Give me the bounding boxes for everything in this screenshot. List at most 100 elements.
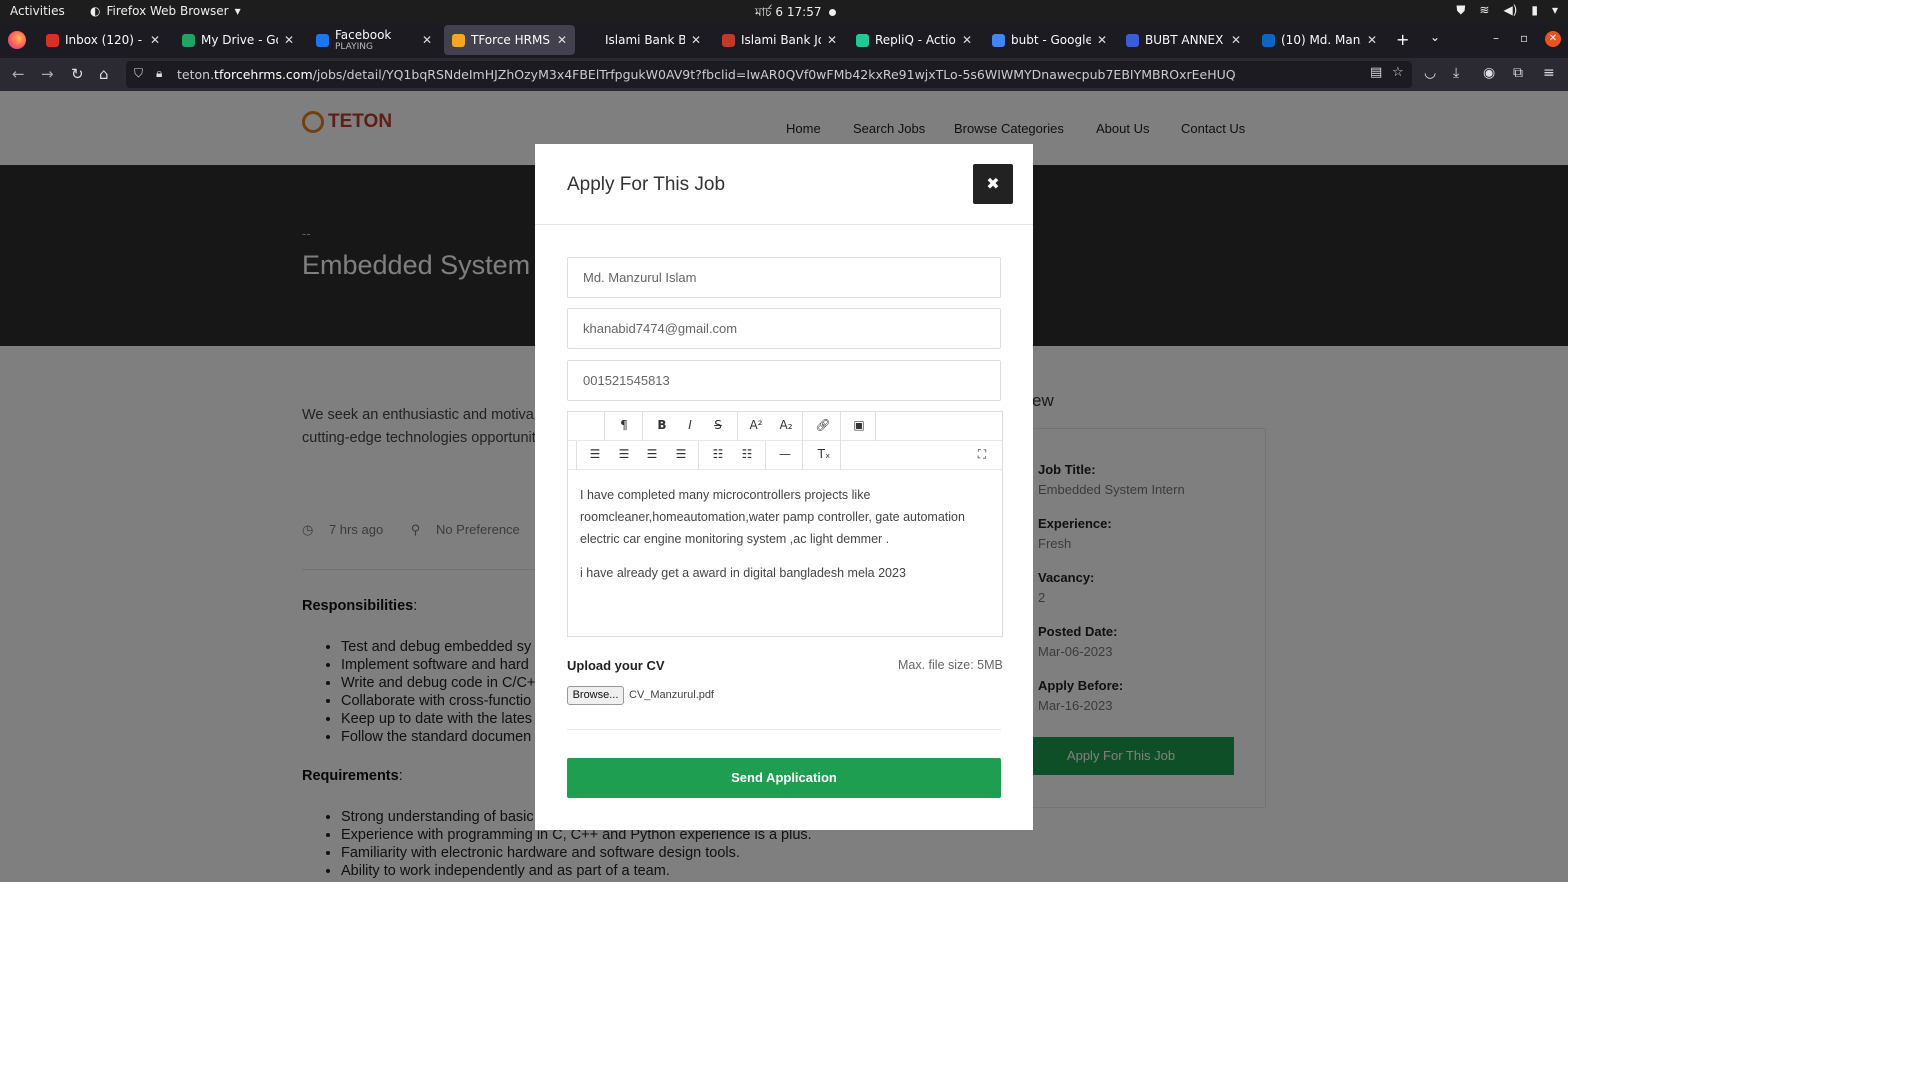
notification-dot [829, 9, 837, 16]
browser-tab[interactable]: My Drive - Googl ✕ [174, 25, 302, 55]
new-tab-button[interactable]: + [1396, 30, 1409, 49]
strikethrough-icon[interactable]: S [708, 418, 728, 432]
favicon-icon [586, 33, 599, 47]
divider [567, 729, 1001, 730]
web-page: TETON Home Search Jobs Browse Categories… [0, 91, 1568, 882]
subscript-icon[interactable]: A₂ [776, 418, 796, 432]
reload-button[interactable]: ↻ [71, 65, 84, 83]
toolbar-divider [802, 441, 803, 470]
home-button[interactable]: ⌂ [99, 65, 109, 83]
close-window-button[interactable]: ✕ [1545, 31, 1561, 47]
bold-icon[interactable]: B [652, 418, 672, 432]
back-button[interactable]: ← [12, 65, 25, 83]
bullet-list-icon[interactable]: ☷ [708, 447, 728, 461]
superscript-icon[interactable]: A² [746, 418, 766, 432]
menu-icon[interactable]: ≡ [1543, 65, 1555, 81]
address-bar[interactable]: ⛉ 🔒︎ teton.tforcehrms.com/jobs/detail/YQ… [126, 61, 1412, 88]
pocket-icon[interactable]: ◡ [1424, 65, 1436, 81]
send-application-button[interactable]: Send Application [567, 758, 1001, 798]
close-tab-icon[interactable]: ✕ [284, 33, 294, 47]
modal-header: Apply For This Job ✖ [535, 144, 1033, 225]
downloads-icon[interactable]: ⤓ [1453, 65, 1459, 81]
tab-title-wrap: Facebook PLAYING [335, 28, 416, 52]
editor-toolbar-row-1: ¶ B I S A² A₂ 🔗︎ ▣ [568, 412, 1002, 441]
account-icon[interactable]: ◉ [1483, 65, 1495, 81]
toolbar-divider [840, 441, 841, 470]
toolbar-divider [642, 412, 643, 441]
forward-button[interactable]: → [41, 65, 54, 83]
browser-tab[interactable]: Islami Bank Bangla ✕ [578, 25, 709, 55]
email-field[interactable]: khanabid7474@gmail.com [567, 308, 1001, 349]
align-right-icon[interactable]: ☰ [642, 447, 662, 461]
selected-file-name: CV_Manzurul.pdf [629, 689, 714, 701]
align-center-icon[interactable]: ☰ [614, 447, 634, 461]
editor-toolbar-row-2: ☰ ☰ ☰ ☰ ☷ ☷ — Tₓ ⛶ [568, 441, 1002, 470]
close-tab-icon[interactable]: ✕ [691, 33, 701, 47]
list-all-tabs-button[interactable]: ⌄ [1430, 30, 1440, 44]
maximize-window-button[interactable]: ▫ [1520, 31, 1528, 45]
firefox-view-icon[interactable] [8, 31, 26, 49]
browser-tab[interactable]: bubt - Google Se ✕ [984, 25, 1115, 55]
browser-tab[interactable]: TForce HRMS ✕ [444, 25, 575, 55]
browser-tab[interactable]: Inbox (120) - kha ✕ [38, 25, 168, 55]
tab-title: Inbox (120) - kha [65, 33, 144, 47]
minimize-window-button[interactable]: – [1493, 31, 1499, 45]
numbered-list-icon[interactable]: ☷ [737, 447, 757, 461]
browser-tab[interactable]: Islami Bank Jobs ✕ [714, 25, 845, 55]
fullscreen-icon[interactable]: ⛶ [972, 447, 992, 462]
facebook-icon [316, 33, 329, 47]
editor-content[interactable]: I have completed many microcontrollers p… [580, 484, 990, 596]
italic-icon[interactable]: I [680, 418, 700, 432]
browser-tab[interactable]: RepliQ - Actiona ✕ [848, 25, 980, 55]
image-icon[interactable]: ▣ [849, 418, 869, 432]
close-tab-icon[interactable]: ✕ [557, 33, 567, 47]
link-icon[interactable]: 🔗︎ [813, 418, 833, 432]
system-top-bar: Activities ◐ Firefox Web Browser ▾ মার্চ… [0, 0, 1568, 22]
volume-icon: ◀) [1503, 3, 1518, 17]
apply-job-modal: Apply For This Job ✖ Md. Manzurul Islam … [535, 144, 1033, 830]
toolbar-divider [875, 412, 876, 441]
tab-title: BUBT ANNEX [1145, 33, 1224, 47]
app-name: Firefox Web Browser [106, 4, 229, 18]
lock-icon[interactable]: 🔒︎ [156, 66, 162, 81]
navigation-bar: ← → ↻ ⌂ ⛉ 🔒︎ teton.tforcehrms.com/jobs/d… [0, 58, 1568, 91]
close-tab-icon[interactable]: ✕ [1097, 33, 1107, 47]
close-tab-icon[interactable]: ✕ [1367, 33, 1377, 47]
close-tab-icon[interactable]: ✕ [1231, 33, 1241, 47]
tab-title: (10) Md. Manzur [1281, 33, 1361, 47]
tab-title: My Drive - Googl [201, 33, 278, 47]
toolbar-divider [765, 441, 766, 470]
extensions-icon[interactable]: ⧉ [1513, 65, 1523, 81]
close-tab-icon[interactable]: ✕ [150, 33, 160, 47]
activities-button[interactable]: Activities [10, 4, 65, 18]
browser-tab[interactable]: Facebook PLAYING ✕ [308, 25, 440, 55]
tracking-protection-icon[interactable]: ⛉ [134, 66, 143, 81]
system-tray[interactable]: ⛊ ≋ ◀) ▮ ▾ [1456, 3, 1558, 18]
close-tab-icon[interactable]: ✕ [422, 33, 432, 47]
paragraph-format-icon[interactable]: ¶ [614, 418, 634, 432]
power-menu-icon: ▾ [1551, 3, 1558, 17]
bookmark-star-icon[interactable]: ☆ [1392, 65, 1404, 80]
reader-view-icon[interactable]: ▤ [1370, 65, 1382, 80]
toolbar-divider [604, 412, 605, 441]
editor-paragraph: i have already get a award in digital ba… [580, 566, 906, 580]
browse-file-button[interactable]: Browse... [567, 686, 624, 705]
close-modal-button[interactable]: ✖ [973, 164, 1013, 204]
browser-tab[interactable]: (10) Md. Manzur ✕ [1254, 25, 1385, 55]
phone-field[interactable]: 001521545813 [567, 360, 1001, 401]
close-tab-icon[interactable]: ✕ [827, 33, 837, 47]
app-menu[interactable]: ◐ Firefox Web Browser ▾ [90, 4, 241, 18]
close-tab-icon[interactable]: ✕ [962, 33, 972, 47]
clear-formatting-icon[interactable]: Tₓ [814, 447, 834, 461]
toolbar-divider [698, 441, 699, 470]
tab-strip: Inbox (120) - kha✕My Drive - Googl✕Faceb… [0, 22, 1568, 58]
clock[interactable]: মার্চ 6 17:57 [755, 4, 837, 24]
align-justify-icon[interactable]: ☰ [671, 447, 691, 461]
editor-paragraph: I have completed many microcontrollers p… [580, 488, 965, 546]
tab-title: RepliQ - Actiona [875, 33, 956, 47]
name-field[interactable]: Md. Manzurul Islam [567, 257, 1001, 298]
upload-cv-label: Upload your CV [567, 658, 665, 673]
horizontal-rule-icon[interactable]: — [775, 447, 795, 461]
align-left-icon[interactable]: ☰ [585, 447, 605, 461]
browser-tab[interactable]: BUBT ANNEX ✕ [1118, 25, 1249, 55]
